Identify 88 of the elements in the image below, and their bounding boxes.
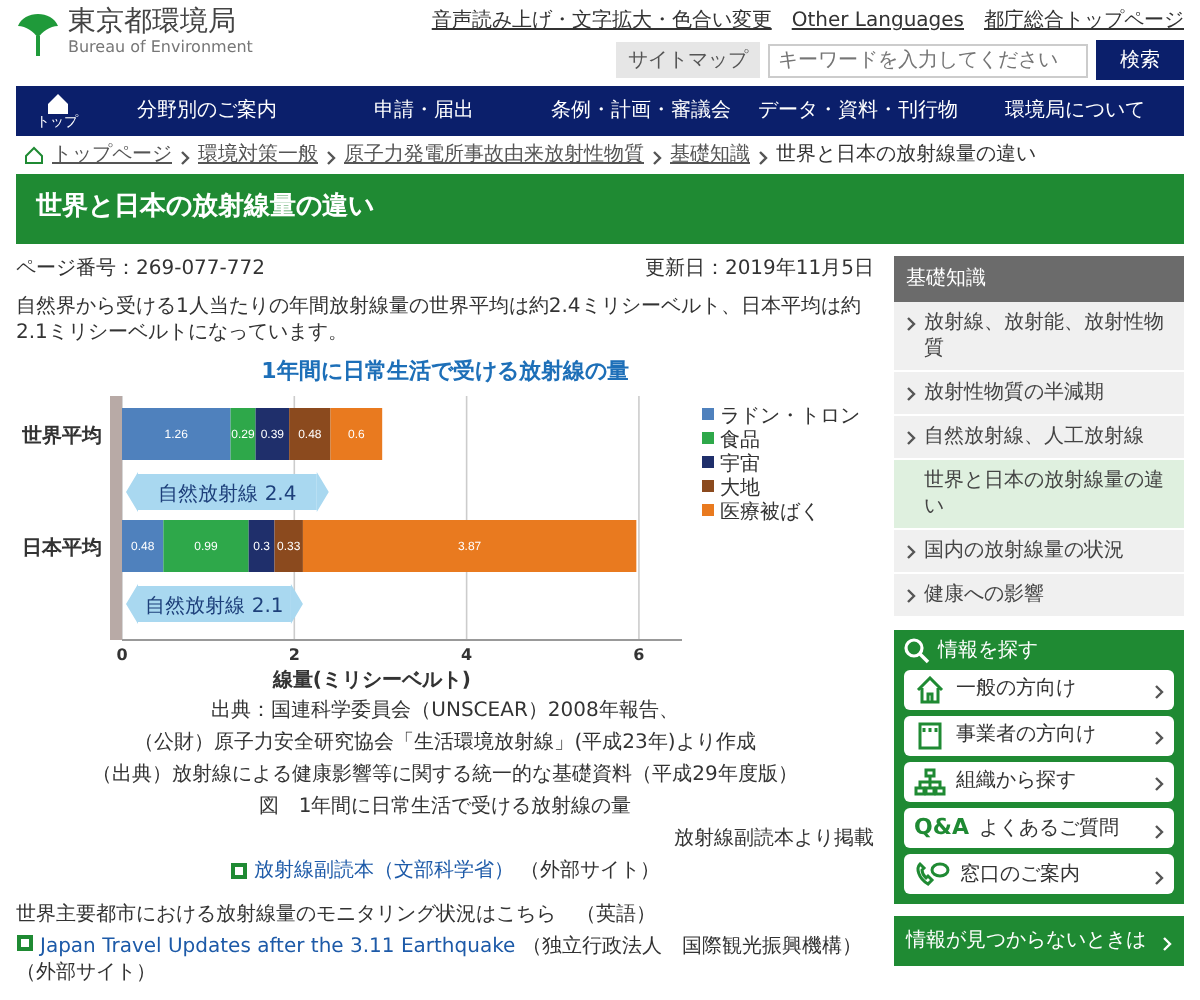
chevron-icon bbox=[1154, 684, 1164, 701]
header-link[interactable]: 都庁総合トップページ bbox=[984, 8, 1184, 34]
tick-label: 2 bbox=[287, 646, 299, 665]
house-icon bbox=[45, 91, 69, 114]
source-text: （公財）原子力安全研究協会「生活環境放射線」(平成23年)より作成 bbox=[132, 730, 758, 757]
chevron-icon bbox=[1154, 730, 1164, 747]
page-title: 世界と日本の放射線量の違い bbox=[16, 174, 1184, 244]
credit-text: 放射線副読本より掲載 bbox=[672, 826, 874, 853]
breadcrumb-link[interactable]: トップページ bbox=[52, 142, 172, 168]
tick-label: 0 bbox=[115, 646, 127, 665]
chart-title: 1年間に日常生活で受ける放射線の量 bbox=[259, 357, 631, 387]
monitoring-text: 世界主要都市における放射線量のモニタリング状況はこちら bbox=[16, 904, 556, 927]
finder-button[interactable]: 事業者の方向け bbox=[904, 715, 1174, 756]
breadcrumb-link[interactable]: 基礎知識 bbox=[670, 142, 750, 168]
logo-subtitle: Bureau of Environment bbox=[68, 38, 253, 60]
arrow-label: 自然放射線 2.1 bbox=[144, 596, 283, 619]
sidebar-item[interactable]: 放射線、放射能、放射性物質 bbox=[894, 301, 1184, 372]
current-page-label: 世界と日本の放射線量の違い bbox=[776, 142, 1036, 168]
chevron-icon bbox=[1162, 936, 1172, 953]
finder-button[interactable]: 窓口のご案内 bbox=[904, 854, 1174, 895]
finder-title: 情報を探す bbox=[938, 637, 1038, 664]
legend-label: 医療被ばく bbox=[719, 502, 819, 525]
category-label: 日本平均 bbox=[21, 538, 101, 561]
sidebar-item[interactable]: 自然放射線、人工放射線 bbox=[894, 415, 1184, 460]
logo-title: 東京都環境局 bbox=[68, 8, 238, 39]
chevron-icon bbox=[906, 315, 916, 332]
sidebar-item[interactable]: 健康への影響 bbox=[894, 573, 1184, 618]
chevron-icon bbox=[1154, 823, 1164, 840]
tick-label: 6 bbox=[632, 646, 644, 665]
not-found-link[interactable]: 情報が見つからないときは bbox=[894, 916, 1184, 967]
phone-icon bbox=[914, 860, 950, 889]
nav-item[interactable]: 分野別のご案内 bbox=[98, 86, 316, 136]
external-link-icon bbox=[230, 862, 248, 881]
ginkgo-leaf-logo bbox=[16, 9, 60, 58]
page-number: ページ番号：269-077-772 bbox=[16, 255, 265, 282]
category-label: 世界平均 bbox=[21, 426, 101, 449]
header-link[interactable]: 音声読み上げ・文字拡大・色合い変更 bbox=[431, 8, 772, 34]
travel-updates-link[interactable]: Japan Travel Updates after the 3.11 Earthquake bbox=[40, 936, 516, 959]
external-note: （外部サイト） bbox=[16, 962, 156, 985]
chevron-icon bbox=[906, 385, 916, 402]
legend-label: ラドン・トロン bbox=[719, 406, 859, 429]
chevron-icon bbox=[652, 150, 662, 166]
organization-note: （独立行政法人 国際観光振興機構） bbox=[521, 936, 862, 959]
search-icon bbox=[904, 637, 930, 664]
finder-button[interactable]: 組織から探す bbox=[904, 761, 1174, 802]
org-chart-icon bbox=[914, 767, 946, 796]
language-note: （英語） bbox=[576, 904, 656, 927]
chevron-icon bbox=[326, 150, 336, 166]
legend-label: 食品 bbox=[719, 430, 759, 453]
arrow-label: 自然放射線 2.4 bbox=[157, 484, 296, 507]
legend-label: 大地 bbox=[719, 478, 759, 501]
chevron-icon bbox=[180, 150, 190, 166]
finder-button[interactable]: 一般の方向け bbox=[904, 669, 1174, 710]
tick-label: 4 bbox=[460, 646, 472, 665]
breadcrumb-link[interactable]: 環境対策一般 bbox=[198, 142, 318, 168]
finder-button[interactable]: Q&A よくあるご質問 bbox=[904, 807, 1174, 849]
search-field[interactable]: キーワードを入力してください bbox=[768, 43, 1088, 77]
chevron-icon bbox=[906, 429, 916, 446]
update-date: 更新日：2019年11月5日 bbox=[644, 255, 874, 282]
nav-item[interactable]: 条例・計画・審議会 bbox=[532, 86, 750, 136]
sidebar-item[interactable]: 国内の放射線量の状況 bbox=[894, 529, 1184, 574]
intro-text: 自然界から受ける1人当たりの年間放射線量の世界平均は約2.4ミリシーベルト、日本平均は約2.1ミリシーベルトになっています。 bbox=[16, 293, 863, 346]
document-icon bbox=[914, 721, 946, 750]
sidebar-item[interactable]: 放射性物質の半減期 bbox=[894, 371, 1184, 416]
source-note: （出典）放射線による健康影響等に関する統一的な基礎資料（平成29年度版） bbox=[90, 762, 800, 789]
sidebar-item[interactable]: 世界と日本の放射線量の違い bbox=[894, 459, 1184, 530]
search-button[interactable]: 検索 bbox=[1096, 40, 1184, 80]
breadcrumb-link[interactable]: 原子力発電所事故由来放射性物質 bbox=[344, 142, 644, 168]
nav-item[interactable]: 環境局について bbox=[966, 86, 1184, 136]
house-icon bbox=[914, 675, 946, 704]
external-note: （外部サイト） bbox=[520, 858, 660, 885]
chevron-icon bbox=[758, 150, 768, 166]
nav-item[interactable]: 申請・届出 bbox=[315, 86, 533, 136]
sitemap-button[interactable]: サイトマップ bbox=[616, 42, 760, 78]
reference-link[interactable]: 放射線副読本（文部科学省） bbox=[254, 858, 514, 885]
axis-title: 線量(ミリシーベルト) bbox=[271, 670, 470, 693]
legend-label: 宇宙 bbox=[719, 454, 759, 477]
house-icon bbox=[24, 146, 44, 164]
external-link-icon bbox=[16, 934, 34, 953]
figure-caption: 図 1年間に日常生活で受ける放射線の量 bbox=[256, 794, 634, 821]
chevron-icon bbox=[906, 587, 916, 604]
chevron-icon bbox=[906, 543, 916, 560]
chevron-icon bbox=[1154, 776, 1164, 793]
nav-item[interactable]: データ・資料・刊行物 bbox=[749, 86, 967, 136]
sidebar-heading: 基礎知識 bbox=[894, 255, 1184, 302]
chevron-icon bbox=[1154, 869, 1164, 886]
header-link[interactable]: Other Languages bbox=[791, 8, 964, 34]
source-text: 出典：国連科学委員会（UNSCEAR）2008年報告、 bbox=[209, 698, 681, 725]
